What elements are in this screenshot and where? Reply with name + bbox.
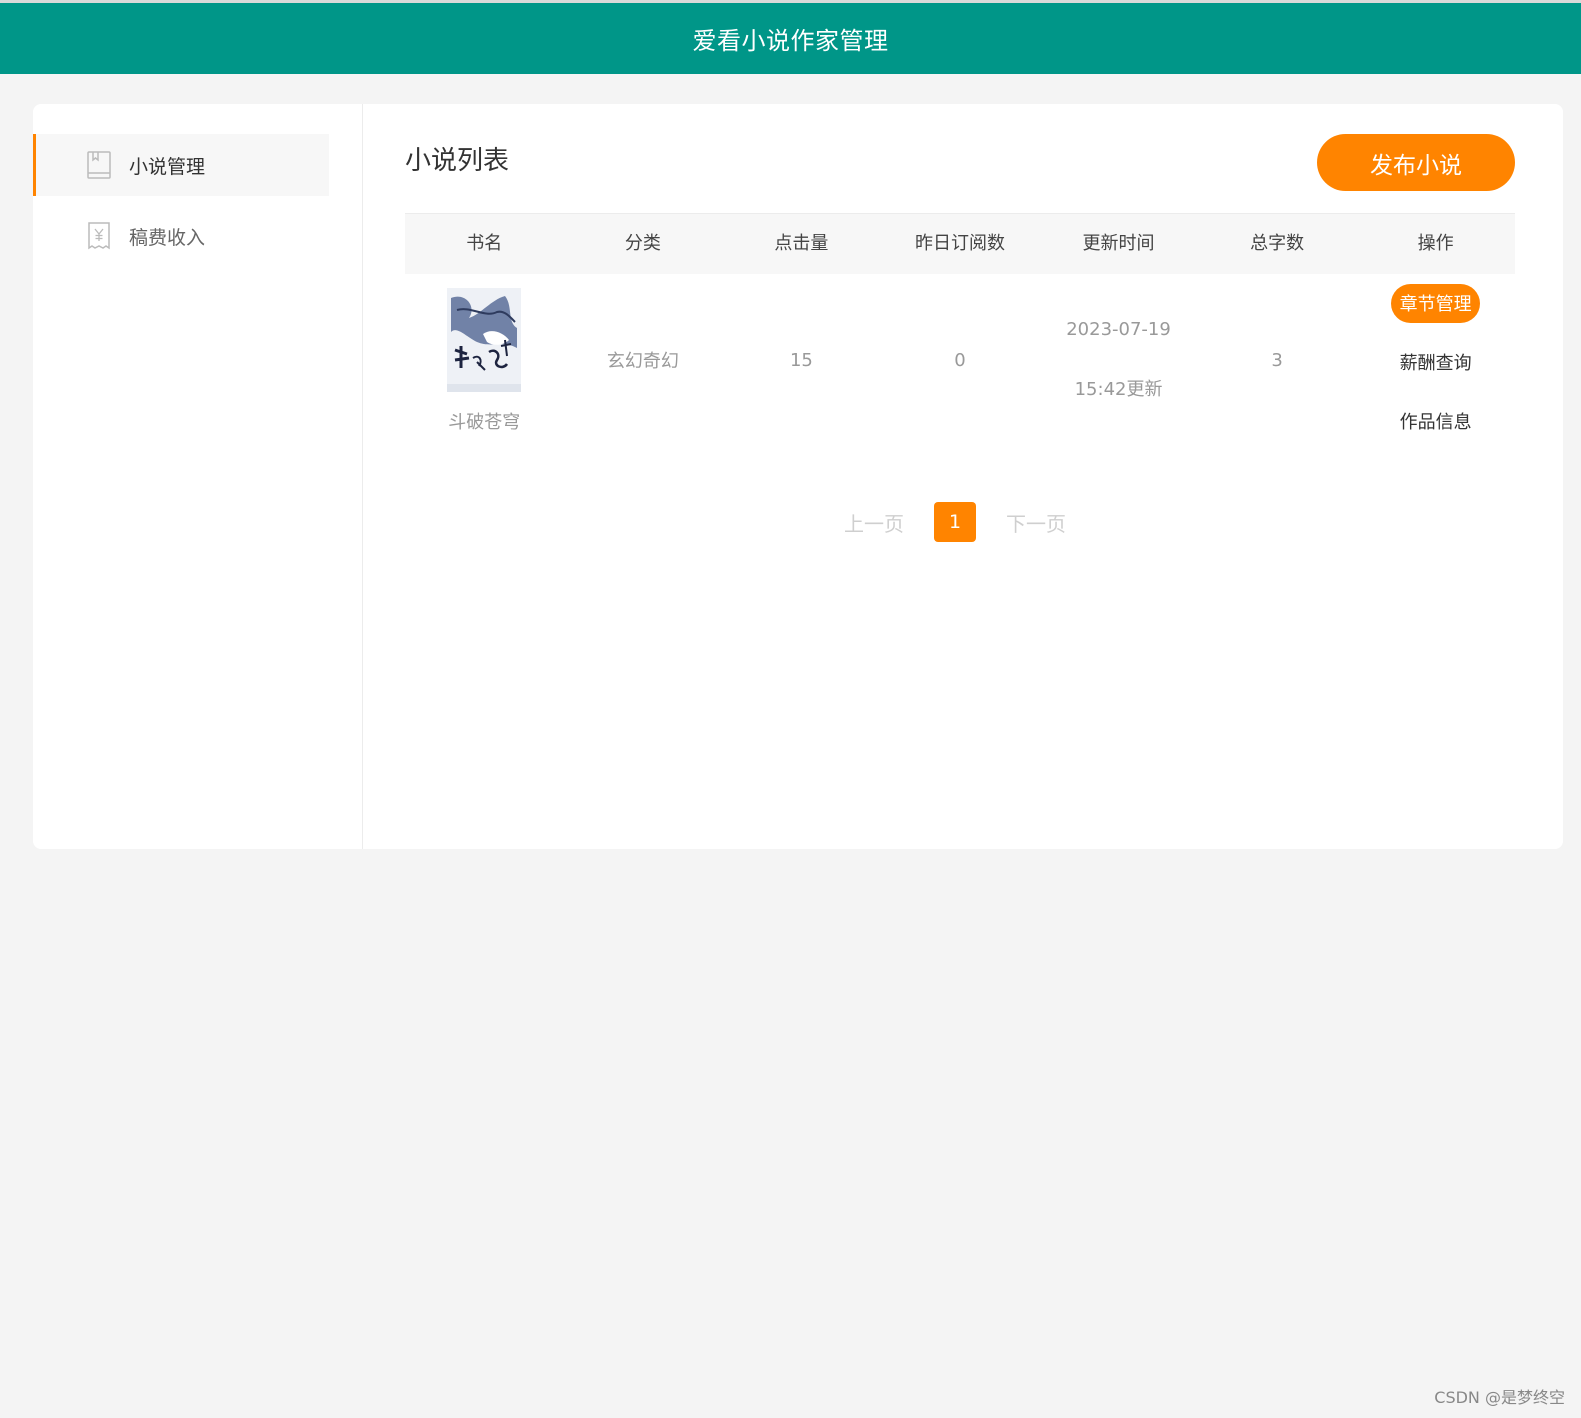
work-info-button[interactable]: 作品信息 [1400, 401, 1472, 440]
column-header-update-time: 更新时间 [1082, 233, 1155, 254]
sidebar-item-novel-management[interactable]: 小说管理 [33, 134, 329, 196]
cell-book: 斗破苍穹 [405, 280, 564, 440]
cell-clicks: 15 [789, 349, 813, 371]
table-header: 书名 分类 点击量 昨日订阅数 更新时间 总字数 操作 [405, 213, 1515, 274]
app-title: 爱看小说作家管理 [692, 27, 889, 55]
column-header-name: 书名 [466, 233, 503, 254]
book-title: 斗破苍穹 [448, 412, 521, 433]
cell-update-time: 2023-07-19 15:42更新 [1039, 280, 1198, 440]
book-cover-image[interactable] [447, 288, 522, 392]
column-header-category: 分类 [624, 233, 661, 254]
next-page-link[interactable]: 下一页 [1006, 508, 1066, 537]
pagination: 上一页 1 下一页 [405, 502, 1505, 542]
update-time: 15:42更新 [1074, 379, 1163, 400]
watermark: CSDN @是梦终空 [1434, 1388, 1565, 1407]
column-header-yesterday-subs: 昨日订阅数 [914, 233, 1005, 254]
cell-yesterday-subs: 0 [954, 349, 966, 371]
page-title: 小说列表 [405, 146, 510, 176]
sidebar-item-label: 稿费收入 [129, 226, 206, 249]
book-icon [85, 150, 113, 180]
current-page-button[interactable]: 1 [934, 502, 976, 542]
column-header-word-count: 总字数 [1250, 233, 1305, 254]
publish-novel-button[interactable]: 发布小说 [1317, 134, 1515, 191]
cell-ops: 章节管理 薪酬查询 作品信息 [1356, 280, 1515, 440]
main-panel: 小说列表 发布小说 书名 分类 点击量 昨日订阅数 更新时间 总字数 操作 斗破… [405, 104, 1515, 849]
cell-category: 玄幻奇幻 [606, 351, 679, 372]
content-card: 小说管理 稿费收入 小说列表 发布小说 书名 分类 点击量 昨日订阅数 更新时间… [33, 104, 1563, 849]
sidebar-item-royalty-income[interactable]: 稿费收入 [33, 205, 329, 267]
cell-word-count: 3 [1271, 349, 1283, 371]
income-receipt-icon [85, 221, 113, 251]
salary-query-button[interactable]: 薪酬查询 [1400, 343, 1472, 382]
table-row: 斗破苍穹 玄幻奇幻 15 0 2023-07-19 15:42更新 3 章节管理… [405, 280, 1515, 440]
app-header: 爱看小说作家管理 [0, 3, 1581, 74]
sidebar-item-label: 小说管理 [129, 155, 206, 178]
sidebar: 小说管理 稿费收入 [33, 104, 363, 849]
update-date: 2023-07-19 [1066, 319, 1171, 340]
column-header-ops: 操作 [1417, 233, 1454, 254]
prev-page-link[interactable]: 上一页 [844, 508, 904, 537]
chapter-management-button[interactable]: 章节管理 [1391, 284, 1481, 323]
column-header-clicks: 点击量 [774, 233, 829, 254]
